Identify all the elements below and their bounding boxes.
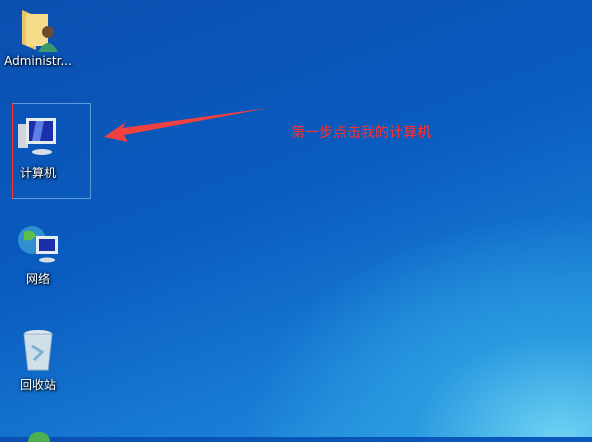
arrow-annotation — [104, 108, 268, 142]
annotation-text: 第一步点击我的计算机 — [291, 125, 431, 141]
